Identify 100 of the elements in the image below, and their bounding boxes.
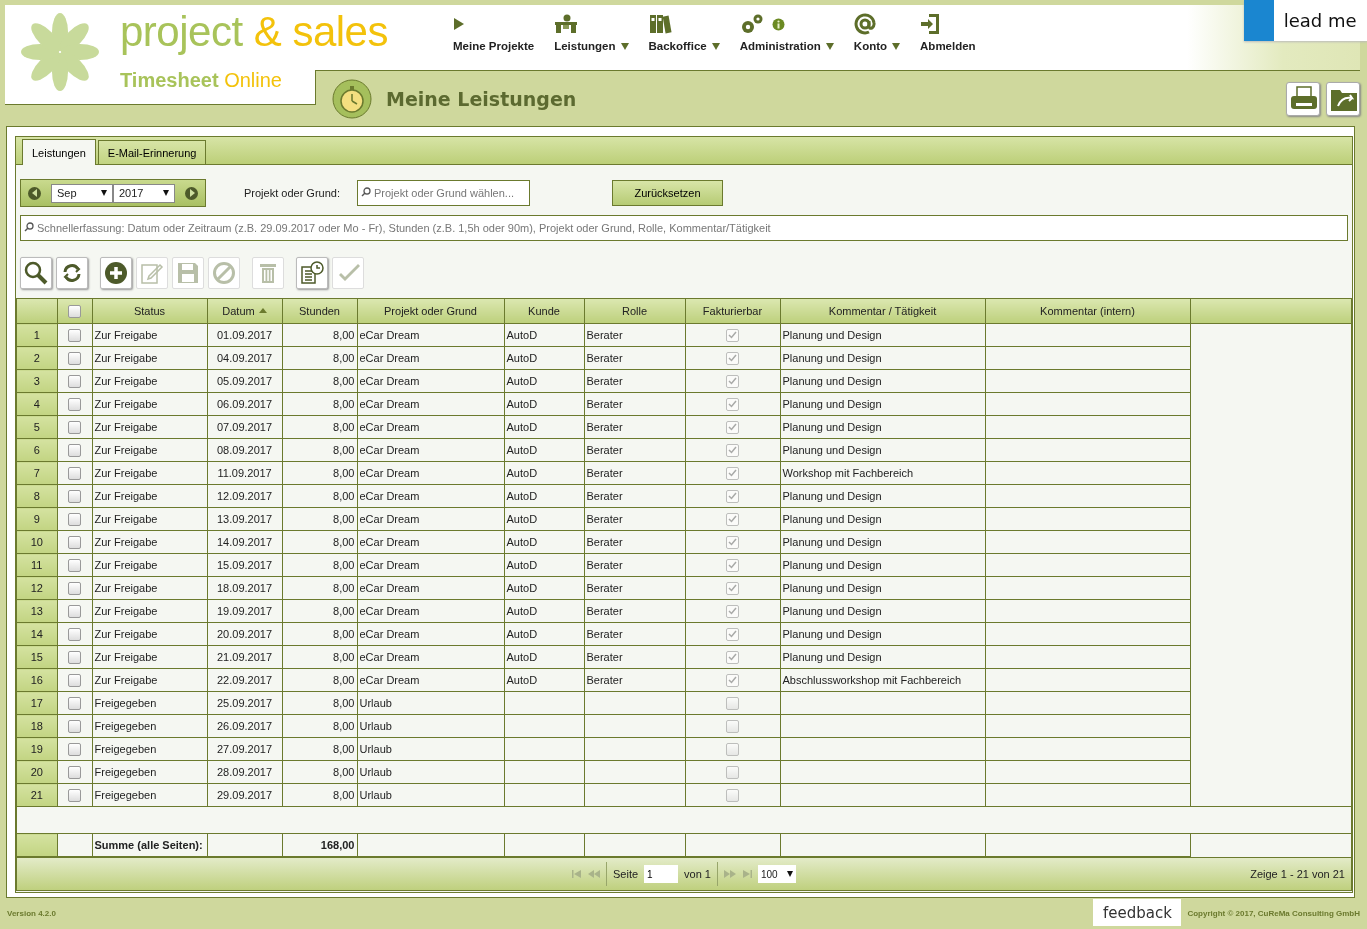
row-checkbox[interactable] <box>68 328 81 342</box>
column-header[interactable]: Datum <box>207 299 282 324</box>
column-header[interactable]: Rolle <box>584 299 685 324</box>
table-cell: Planung und Design <box>782 605 882 617</box>
table-cell: 8,00 <box>333 467 355 479</box>
column-header[interactable]: Stunden <box>282 299 357 324</box>
table-cell: eCar Dream <box>359 398 420 410</box>
select-all-checkbox[interactable] <box>68 304 81 318</box>
dropdown-caret-icon <box>620 42 629 50</box>
table-cell: 22.09.2017 <box>216 674 273 686</box>
row-checkbox[interactable] <box>68 650 81 664</box>
nav-menu-item[interactable]: Leistungen <box>554 12 629 52</box>
nav-menu-item[interactable]: Administration <box>739 12 834 52</box>
desk-icon <box>554 14 579 34</box>
table-cell: 13.09.2017 <box>216 513 273 525</box>
table-cell: eCar Dream <box>359 490 420 502</box>
column-header[interactable]: Kommentar (intern) <box>985 299 1190 324</box>
table-cell: 8,00 <box>333 789 355 801</box>
search-icon <box>23 260 49 286</box>
next-button[interactable] <box>185 186 198 200</box>
row-checkbox[interactable] <box>68 489 81 503</box>
table-cell: Planung und Design <box>782 536 882 548</box>
row-checkbox[interactable] <box>68 535 81 549</box>
quick-entry-field[interactable]: Schnellerfassung: Datum oder Zeitraum (z.B. 29.09.2017 oder Mo - Fr), Stunden (z.B. 1,5h oder 90m), Projekt oder Grund, Rolle, Kommentar/Tätigkeit <box>20 215 1348 241</box>
table-cell: Urlaub <box>359 743 392 755</box>
column-header[interactable]: Projekt oder Grund <box>357 299 504 324</box>
month-dropdown[interactable]: Sep <box>51 183 113 203</box>
table-cell: Workshop mit Fachbereich <box>782 467 914 479</box>
report-clock-icon <box>299 260 325 286</box>
nav-menu-item[interactable]: Meine Projekte <box>453 12 535 52</box>
row-checkbox[interactable] <box>68 788 81 802</box>
row-checkbox[interactable] <box>68 765 81 779</box>
page-number-field[interactable]: 1 <box>644 865 679 883</box>
page-size-dropdown[interactable]: 100 <box>758 865 796 883</box>
table-cell: Planung und Design <box>782 582 882 594</box>
table-cell: 8,00 <box>333 513 355 525</box>
search-button[interactable] <box>20 257 52 289</box>
feedback-button[interactable]: feedback <box>1093 899 1182 926</box>
page-label: Seite <box>613 868 639 880</box>
table-cell: Berater <box>586 513 623 525</box>
row-checkbox[interactable] <box>68 466 81 480</box>
year-dropdown[interactable]: 2017 <box>113 183 175 203</box>
copyright-text: Copyright © 2017, CuReMa Consulting GmbH <box>1187 909 1360 918</box>
tab[interactable]: E-Mail-Erinnerung <box>97 140 207 164</box>
table-cell: Zur Freigabe <box>94 651 158 663</box>
row-checkbox[interactable] <box>68 374 81 388</box>
row-checkbox[interactable] <box>68 443 81 457</box>
row-checkbox[interactable] <box>68 742 81 756</box>
sum-label: Summe (alle Seiten): <box>94 839 203 851</box>
table-cell: eCar Dream <box>359 559 420 571</box>
table-cell: 08.09.2017 <box>216 444 273 456</box>
table-cell: Zur Freigabe <box>94 536 158 548</box>
row-checkbox[interactable] <box>68 512 81 526</box>
table-cell: Zur Freigabe <box>94 421 158 433</box>
table-cell: Freigegeben <box>94 789 157 801</box>
nav-menu-item[interactable]: Backoffice <box>648 12 720 52</box>
table-cell: Berater <box>586 582 623 594</box>
right-arrow-icon <box>187 189 196 197</box>
row-checkbox[interactable] <box>68 627 81 641</box>
table-cell: 18.09.2017 <box>216 582 273 594</box>
row-checkbox[interactable] <box>68 696 81 710</box>
nav-menu-item[interactable]: Konto <box>853 12 901 52</box>
table-cell: 8,00 <box>333 421 355 433</box>
column-header[interactable]: Status <box>92 299 207 324</box>
row-checkbox[interactable] <box>68 420 81 434</box>
lead-me-button[interactable]: lead me <box>1243 0 1367 41</box>
previous-button[interactable] <box>28 186 41 200</box>
table-cell: 11.09.2017 <box>217 467 272 479</box>
row-checkbox[interactable] <box>68 604 81 618</box>
table-cell: eCar Dream <box>359 674 420 686</box>
table-cell: 8,00 <box>333 743 355 755</box>
table-cell: 8,00 <box>333 329 355 341</box>
column-header[interactable]: Fakturierbar <box>685 299 780 324</box>
table-cell: 8,00 <box>333 651 355 663</box>
table-cell: Planung und Design <box>782 398 882 410</box>
table-cell: 29.09.2017 <box>216 789 273 801</box>
row-checkbox[interactable] <box>68 581 81 595</box>
project-search-field[interactable]: Projekt oder Grund wählen... <box>357 180 530 206</box>
page-count: von 1 <box>684 868 711 880</box>
refresh-button[interactable] <box>56 257 88 289</box>
tab[interactable]: Leistungen <box>22 139 96 165</box>
row-checkbox[interactable] <box>68 673 81 687</box>
column-header[interactable]: Kunde <box>504 299 584 324</box>
export-button[interactable] <box>1326 81 1360 116</box>
timesheet-button[interactable] <box>296 257 328 289</box>
table-cell: AutoD <box>506 651 538 663</box>
row-number: 14 <box>17 622 57 646</box>
table-cell: AutoD <box>506 559 538 571</box>
reset-button[interactable]: Zurücksetzen <box>612 180 723 206</box>
row-checkbox[interactable] <box>68 719 81 733</box>
column-header[interactable]: Kommentar / Tätigkeit <box>780 299 985 324</box>
row-checkbox[interactable] <box>68 558 81 572</box>
print-button[interactable] <box>1286 81 1320 116</box>
table-cell: 8,00 <box>333 559 355 571</box>
table-cell: Zur Freigabe <box>94 490 158 502</box>
table-cell: 06.09.2017 <box>216 398 273 410</box>
row-checkbox[interactable] <box>68 397 81 411</box>
nav-menu-item[interactable]: Abmelden <box>920 12 976 52</box>
add-button[interactable] <box>100 257 132 289</box>
row-checkbox[interactable] <box>68 351 81 365</box>
